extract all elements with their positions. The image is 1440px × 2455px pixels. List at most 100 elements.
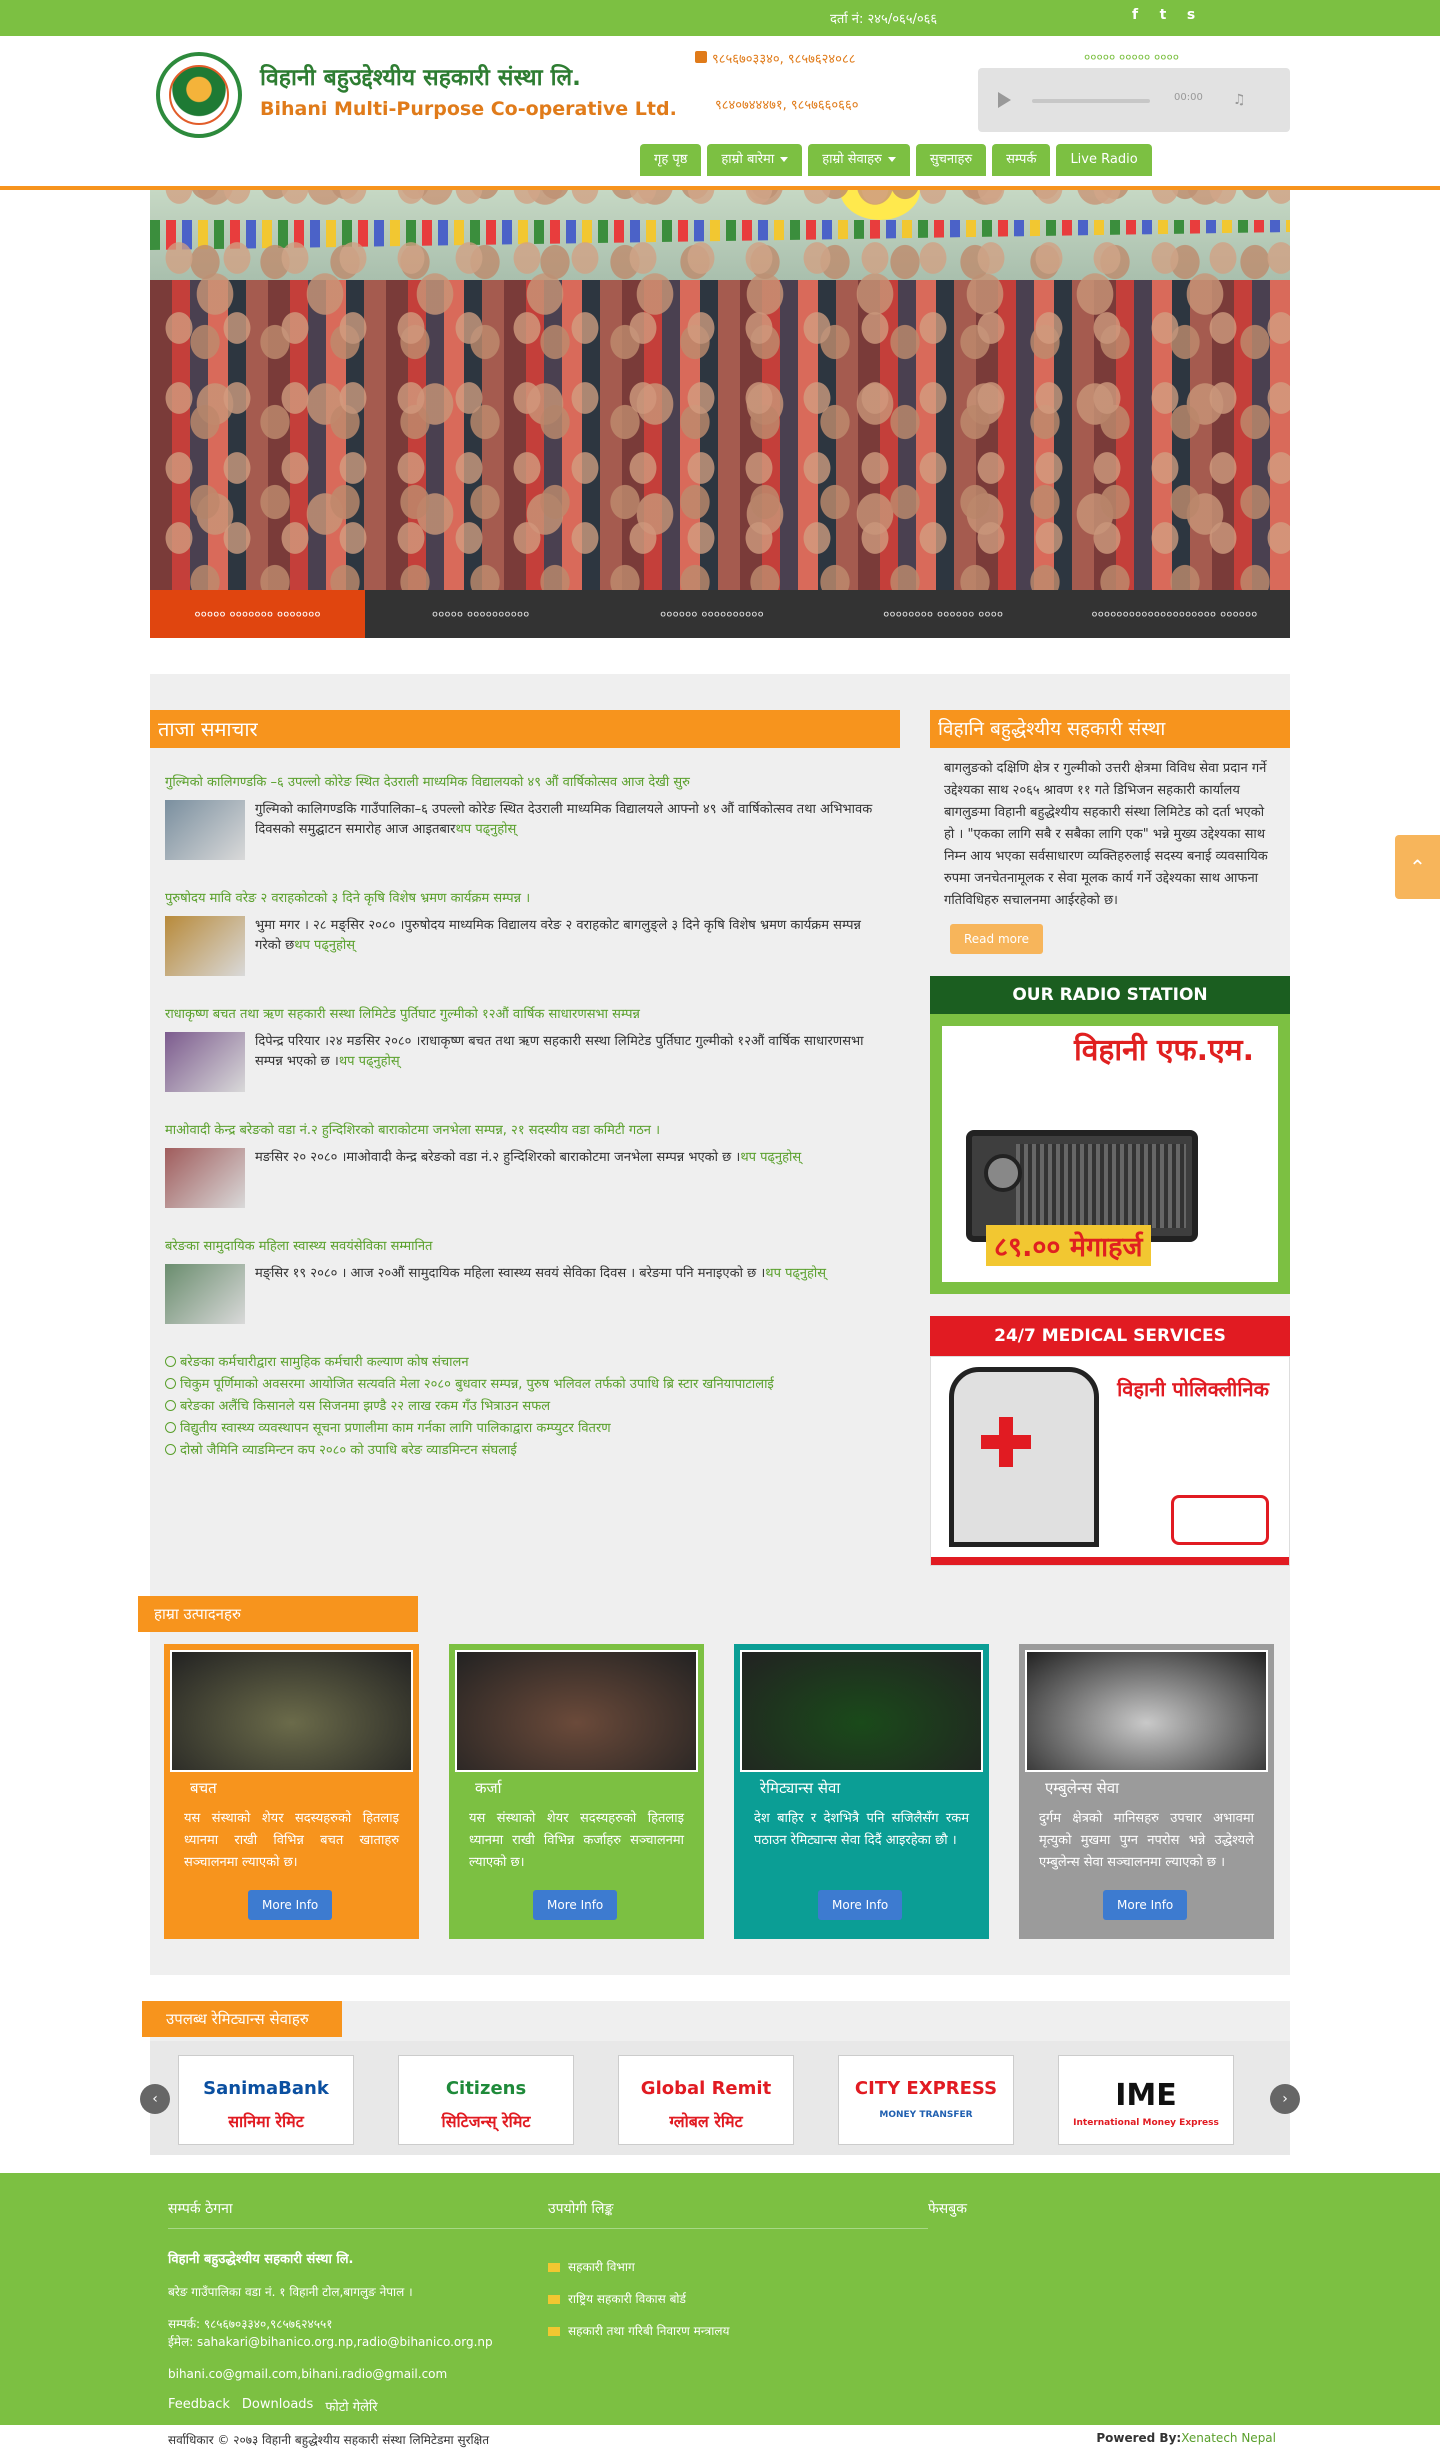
audio-progress-bar[interactable] xyxy=(1032,99,1150,103)
product-image[interactable] xyxy=(455,1650,698,1772)
news-read-more-link[interactable]: थप पढ्नुहोस् xyxy=(765,1266,826,1281)
remittance-logo[interactable]: Global Remit ग्लोबल रेमिट xyxy=(618,2055,794,2145)
news-body: दिपेन्द्र परियार ।२४ मङसिर २०८० ।राधाकृष… xyxy=(165,1032,885,1092)
news-bullet-text: विद्युतीय स्वास्थ्य व्यवस्थापन सूचना प्र… xyxy=(180,1421,611,1436)
nav-item-5[interactable]: Live Radio xyxy=(1056,144,1152,176)
product-image[interactable] xyxy=(1025,1650,1268,1772)
site-logo[interactable] xyxy=(156,52,242,138)
volume-icon[interactable]: ♫ xyxy=(1233,92,1246,108)
remittance-logo[interactable]: SanimaBank सानिमा रेमिट xyxy=(178,2055,354,2145)
footer-bottom-link[interactable]: फोटो गेलेरि xyxy=(325,2397,377,2415)
products-section: हाम्रा उत्पादनहरु बचत यस संस्थाको शेयर सद… xyxy=(138,1596,1290,1975)
radio-station-heading: OUR RADIO STATION xyxy=(930,976,1290,1014)
news-bullet-link[interactable]: बरेङका कर्मचारीद्वारा सामुहिक कर्मचारी क… xyxy=(165,1352,885,1374)
audio-time: 00:00 xyxy=(1174,92,1203,103)
news-thumbnail[interactable] xyxy=(165,1032,245,1092)
carousel-next-icon[interactable]: › xyxy=(1270,2084,1300,2114)
news-bullet-text: चिकुम पूर्णिमाको अवसरमा आयोजित सत्यवति म… xyxy=(180,1377,774,1392)
product-description: देश बाहिर र देशभित्रै पनि सजिलैसँग रकम प… xyxy=(754,1811,969,1848)
news-bullet-link[interactable]: बरेङका अलैंचि किसानले यस सिजनमा झण्डै २२… xyxy=(165,1396,885,1418)
powered-by-link[interactable]: Xenatech Nepal xyxy=(1181,2431,1276,2445)
news-item: माओवादी केन्द्र बरेङको वडा नं.२ हुन्दिशि… xyxy=(165,1120,885,1208)
news-thumbnail[interactable] xyxy=(165,1148,245,1208)
about-title: विहानि बहुद्धेश्यीय सहकारी संस्था xyxy=(930,710,1290,748)
news-thumbnail[interactable] xyxy=(165,916,245,976)
footer-link[interactable]: राष्ट्रिय सहकारी विकास बोर्ड xyxy=(548,2283,928,2315)
remittance-carousel: ‹ SanimaBank सानिमा रेमिट Citizens सिटिजन्स… xyxy=(140,2041,1300,2155)
nav-item-1[interactable]: हाम्रो बारेमा xyxy=(707,144,803,176)
nav-item-4[interactable]: सम्पर्क xyxy=(992,144,1051,176)
news-list: गुल्मिको कालिगण्डकि –६ उपल्लो कोरेङ स्थि… xyxy=(150,748,900,1324)
facebook-icon[interactable]: f xyxy=(1126,6,1144,24)
footer-bottom-link[interactable]: Feedback xyxy=(168,2397,230,2415)
footer-gmail[interactable]: bihani.co@gmail.com,bihani.radio@gmail.c… xyxy=(168,2365,548,2383)
slider-tab-2[interactable]: ०००००० ०००००००००० xyxy=(596,590,827,638)
product-image[interactable] xyxy=(740,1650,983,1772)
product-cards: बचत यस संस्थाको शेयर सदस्यहरुको हितलाइ ध्… xyxy=(150,1644,1290,1939)
remittance-logo[interactable]: Citizens सिटिजन्स् रेमिट xyxy=(398,2055,574,2145)
news-title-link[interactable]: राधाकृष्ण बचत तथा ऋण सहकारी सस्था लिमिटे… xyxy=(165,1004,885,1022)
social-links: fts xyxy=(1126,6,1200,24)
play-icon[interactable] xyxy=(998,92,1011,108)
nav-item-0[interactable]: गृह पृष्ठ xyxy=(640,144,702,176)
footer-bottom-link[interactable]: Downloads xyxy=(242,2397,313,2415)
slider-tab-1[interactable]: ००००० ०००००००००० xyxy=(365,590,596,638)
slider-tab-3[interactable]: ०००००००० ०००००० ०००० xyxy=(828,590,1059,638)
news-read-more-link[interactable]: थप पढ्नुहोस् xyxy=(339,1054,400,1069)
footer-link-list: सहकारी विभाग राष्ट्रिय सहकारी विकास बोर्ड… xyxy=(548,2251,928,2347)
news-title-link[interactable]: पुरुषोदय मावि वरेङ २ वराहकोटको ३ दिने कृ… xyxy=(165,888,885,906)
news-body: मङसिर २० २०८० ।माओवादी केन्द्र बरेङको वड… xyxy=(165,1148,885,1208)
more-info-button[interactable]: More Info xyxy=(1103,1890,1188,1920)
about-text: बागलुङको दक्षिणि क्षेत्र र गुल्मीको उत्त… xyxy=(944,761,1268,908)
news-item: पुरुषोदय मावि वरेङ २ वराहकोटको ३ दिने कृ… xyxy=(165,888,885,976)
news-read-more-link[interactable]: थप पढ्नुहोस् xyxy=(294,938,355,953)
twitter-icon[interactable]: t xyxy=(1154,6,1172,24)
footer-link[interactable]: सहकारी तथा गरिबी निवारण मन्त्रालय xyxy=(548,2315,928,2347)
news-bullet-link[interactable]: विद्युतीय स्वास्थ्य व्यवस्थापन सूचना प्र… xyxy=(165,1418,885,1440)
news-title-link[interactable]: माओवादी केन्द्र बरेङको वडा नं.२ हुन्दिशि… xyxy=(165,1120,885,1138)
news-read-more-link[interactable]: थप पढ्नुहोस् xyxy=(456,822,517,837)
news-title-link[interactable]: गुल्मिको कालिगण्डकि –६ उपल्लो कोरेङ स्थि… xyxy=(165,772,885,790)
brand-name-english[interactable]: Bihani Multi-Purpose Co-operative Ltd. xyxy=(260,98,677,120)
radio-station-name: विहानी एफ.एम. xyxy=(1073,1033,1254,1068)
news-bullet-link[interactable]: चिकुम पूर्णिमाको अवसरमा आयोजित सत्यवति म… xyxy=(165,1374,885,1396)
more-info-button[interactable]: More Info xyxy=(533,1890,618,1920)
remittance-logo-name: IME xyxy=(1115,2078,1177,2113)
remittance-logo-subtitle: MONEY TRANSFER xyxy=(879,2110,973,2120)
powered-by-label: Powered By: xyxy=(1096,2431,1182,2445)
nav-item-label: हाम्रो बारेमा xyxy=(721,152,775,167)
more-info-button[interactable]: More Info xyxy=(818,1890,903,1920)
news-thumbnail[interactable] xyxy=(165,800,245,860)
check-circle-icon xyxy=(165,1378,176,1389)
remittance-logo-subtitle: International Money Express xyxy=(1073,2118,1219,2128)
remittance-logo[interactable]: IME International Money Express xyxy=(1058,2055,1234,2145)
radio-station-banner[interactable]: विहानी एफ.एम. ८९.०० मेगाहर्ज xyxy=(930,1014,1290,1294)
news-summary: गुल्मिको कालिगण्डकि गाउँपालिका–६ उपल्लो … xyxy=(255,800,885,860)
radio-speaker-grill xyxy=(1016,1144,1186,1228)
slider-tab-4[interactable]: ०००००००००००००००००००० ०००००० xyxy=(1059,590,1290,638)
medical-services-banner[interactable]: विहानी पोलिक्लीनिक xyxy=(930,1356,1290,1566)
news-thumbnail[interactable] xyxy=(165,1264,245,1324)
news-bullet-link[interactable]: दोस्रो जैमिनि व्याडमिन्टन कप २०८० को उपा… xyxy=(165,1440,885,1462)
skype-icon[interactable]: s xyxy=(1182,6,1200,24)
news-read-more-link[interactable]: थप पढ्नुहोस् xyxy=(740,1150,801,1165)
news-title-link[interactable]: बरेङका सामुदायिक महिला स्वास्थ्य सवयंसेव… xyxy=(165,1236,885,1254)
scroll-to-top-button[interactable]: ⌃ xyxy=(1395,835,1440,899)
nav-item-2[interactable]: हाम्रो सेवाहरु xyxy=(808,144,910,176)
brand-name-nepali[interactable]: विहानी बहुउद्देश्यीय सहकारी संस्था लि. xyxy=(260,60,581,92)
product-image[interactable] xyxy=(170,1650,413,1772)
footer-email[interactable]: ईमेल: sahakari@bihanico.org.np,radio@bih… xyxy=(168,2333,548,2351)
more-info-button[interactable]: More Info xyxy=(248,1890,333,1920)
product-name: रेमिट्यान्स सेवा xyxy=(760,1779,841,1797)
footer-facebook: फेसबुक xyxy=(928,2199,967,2236)
slider-tab-0[interactable]: ००००० ००००००० ००००००० xyxy=(150,590,365,638)
nav-item-3[interactable]: सुचनाहरु xyxy=(915,144,987,176)
medical-services-heading: 24/7 MEDICAL SERVICES xyxy=(930,1316,1290,1356)
main-navigation: गृह पृष्ठ हाम्रो बारेमा हाम्रो सेवाहरु सुचन… xyxy=(640,144,1152,176)
footer-link[interactable]: सहकारी विभाग xyxy=(548,2251,928,2283)
remittance-logo[interactable]: CITY EXPRESS MONEY TRANSFER xyxy=(838,2055,1014,2145)
carousel-prev-icon[interactable]: ‹ xyxy=(140,2084,170,2114)
phone-line-1: ९८५६७०३३४०, ९८५७६२४०८८ xyxy=(712,52,856,67)
read-more-button[interactable]: Read more xyxy=(950,924,1044,954)
news-bullet-text: बरेङका अलैंचि किसानले यस सिजनमा झण्डै २२… xyxy=(180,1399,551,1414)
